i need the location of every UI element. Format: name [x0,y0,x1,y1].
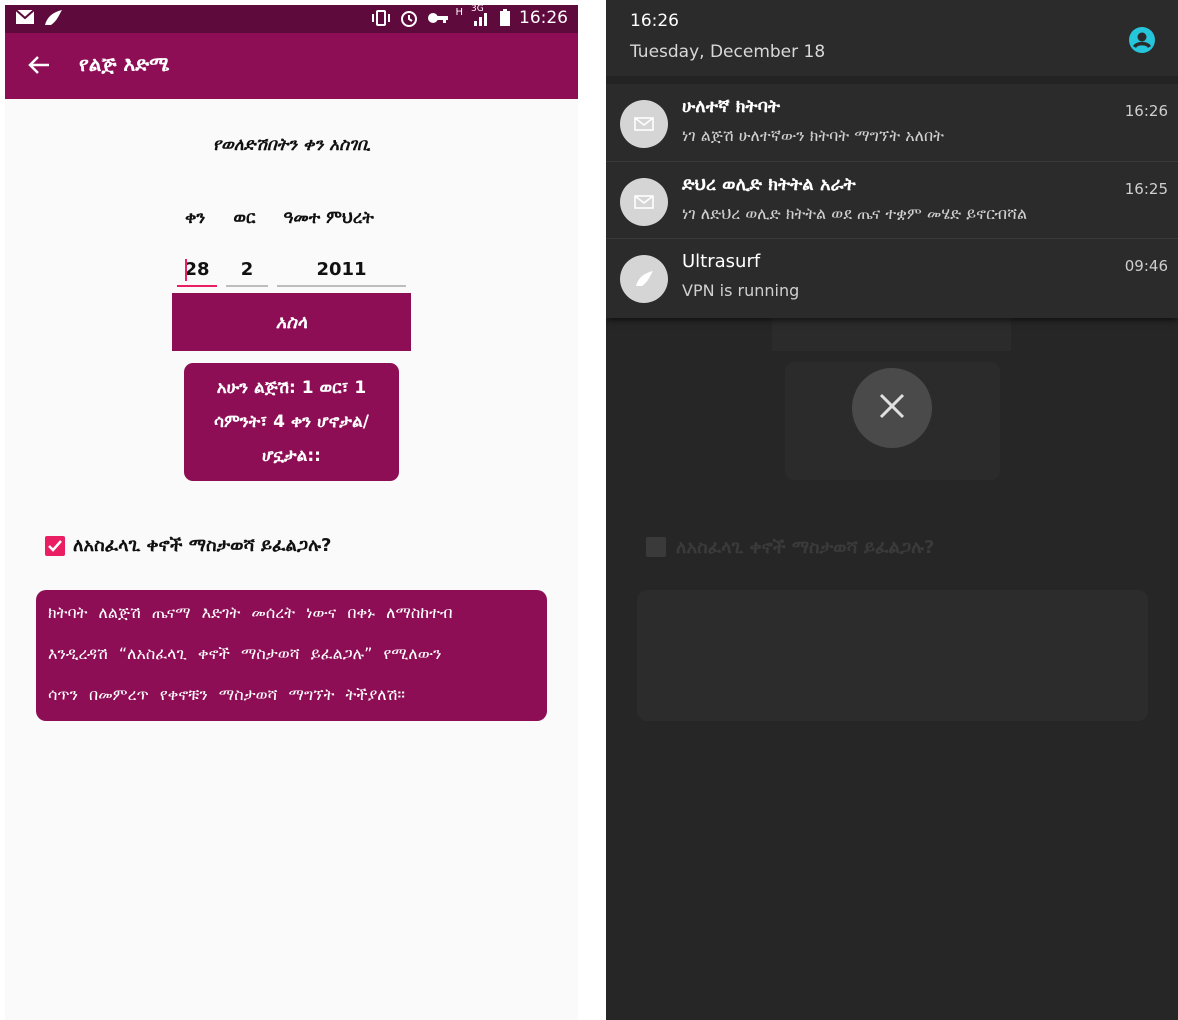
result-line-2: ሳምንት፣ 4 ቀን ሆኖታል/ [214,412,369,432]
ultrasurf-icon [43,9,63,27]
app-bar: የልጅ እድሜ [5,33,578,99]
shade-time: 16:26 [630,11,679,31]
reminder-checkbox-label: ለአስፈላጊ ቀኖች ማስታወሻ ይፈልጋሉ? [73,535,332,556]
notification-shade: 16:26 Tuesday, December 18 ሁለተኛ ክትባት ነገ … [606,0,1178,318]
dimmed-info-box [637,590,1148,721]
close-button[interactable] [852,368,932,448]
status-time: 16:26 [519,8,568,28]
month-input[interactable]: 2 [226,255,268,287]
reminder-checkbox[interactable] [45,535,65,556]
text-caret [185,259,187,281]
month-label: ወር [233,208,256,228]
account-circle-icon[interactable] [1128,26,1156,54]
app-screen: H 3G 16:26 የልጅ እድሜ የወለድሽበትን ቀን አስገቢ ቀን ወ… [5,5,578,1020]
notification-time: 16:25 [1124,180,1168,198]
close-icon [877,391,907,425]
calculate-button-label: አስላ [275,311,308,333]
notification-item-1[interactable]: ሁለተኛ ክትባት ነገ ልጅሽ ሁለተኛውን ክትባት ማግኘት አለበት 1… [606,84,1178,160]
year-label: ዓመተ ምህረት [283,208,374,228]
day-label: ቀን [185,208,206,228]
birthdate-heading: የወለድሽበትን ቀን አስገቢ [212,135,371,155]
shade-header-divider [606,76,1178,84]
screenshot-root: H 3G 16:26 የልጅ እድሜ የወለድሽበትን ቀን አስገቢ ቀን ወ… [0,0,1178,1020]
page-title: የልጅ እድሜ [79,52,170,76]
year-input-value: 2011 [316,259,367,280]
notification-title: ድህረ ወሊድ ክትትል አራት [682,174,856,195]
mail-icon [620,100,668,148]
key-icon [427,9,449,27]
alarm-icon [399,9,419,27]
date-field-labels: ቀን ወር ዓመተ ምህረት [185,208,374,228]
network-type-label: 3G [471,5,484,14]
signal-icon: 3G [471,5,491,27]
mail-icon [620,178,668,226]
day-input-value: 28 [184,259,210,280]
info-line-2: እንዲረዳሽ “ለአስፈላጊ ቀኖች ማስታወሻ ይፈልጋሉ” የሚለውን [48,644,442,663]
age-result-box: አሁን ልጅሽ: 1 ወር፣ 1 ሳምንት፣ 4 ቀን ሆኖታል/ ሆኗታል:: [184,363,399,481]
notification-title: ሁለተኛ ክትባት [682,96,781,117]
month-input-value: 2 [240,259,254,280]
shade-date: Tuesday, December 18 [630,42,826,62]
year-input[interactable]: 2011 [277,255,406,287]
notification-body: ነገ ልጅሽ ሁለተኛውን ክትባት ማግኘት አለበት [682,126,944,145]
info-line-3: ሳጥን በመምረጥ የቀኖቹን ማስታወሻ ማግኘት ትችያለሽ። [48,685,405,704]
vibrate-icon [371,9,391,27]
status-bar: H 3G 16:26 [5,5,578,33]
notification-body: ነገ ለድህረ ወሊድ ክትትል ወደ ጤና ተቋም መሄድ ይኖርብሻል [682,204,1028,223]
result-line-3: ሆኗታል:: [262,446,321,466]
notification-item-2[interactable]: ድህረ ወሊድ ክትትል አራት ነገ ለድህረ ወሊድ ክትትል ወደ ጤና … [606,162,1178,238]
dimmed-checkbox [646,537,666,557]
notification-screen: ለአስፈላጊ ቀኖች ማስታወሻ ይፈልጋሉ? 16:26 Tuesday, D… [606,0,1178,1020]
calculate-button[interactable]: አስላ [172,293,411,351]
reminder-checkbox-row[interactable]: ለአስፈላጊ ቀኖች ማስታወሻ ይፈልጋሉ? [45,535,331,556]
battery-icon [499,9,511,27]
vaccine-info-box: ክትባት ለልጅሽ ጤናማ እድገት መሰረት ነውና በቀኑ ለማስከተብ እ… [36,590,547,721]
arrow-left-icon[interactable] [25,51,53,79]
notification-time: 16:26 [1124,102,1168,120]
notification-time: 09:46 [1124,257,1168,275]
network-type-h: H [455,6,463,18]
notification-item-3[interactable]: Ultrasurf VPN is running 09:46 [606,239,1178,315]
dimmed-checkbox-label: ለአስፈላጊ ቀኖች ማስታወሻ ይፈልጋሉ? [676,537,935,558]
day-input[interactable]: 28 [177,255,217,287]
mail-icon [15,9,35,27]
ultrasurf-icon [620,255,668,303]
result-line-1: አሁን ልጅሽ: 1 ወር፣ 1 [216,378,367,398]
notification-title: Ultrasurf [682,251,761,272]
notification-body: VPN is running [682,281,800,300]
info-line-1: ክትባት ለልጅሽ ጤናማ እድገት መሰረት ነውና በቀኑ ለማስከተብ [48,603,453,622]
